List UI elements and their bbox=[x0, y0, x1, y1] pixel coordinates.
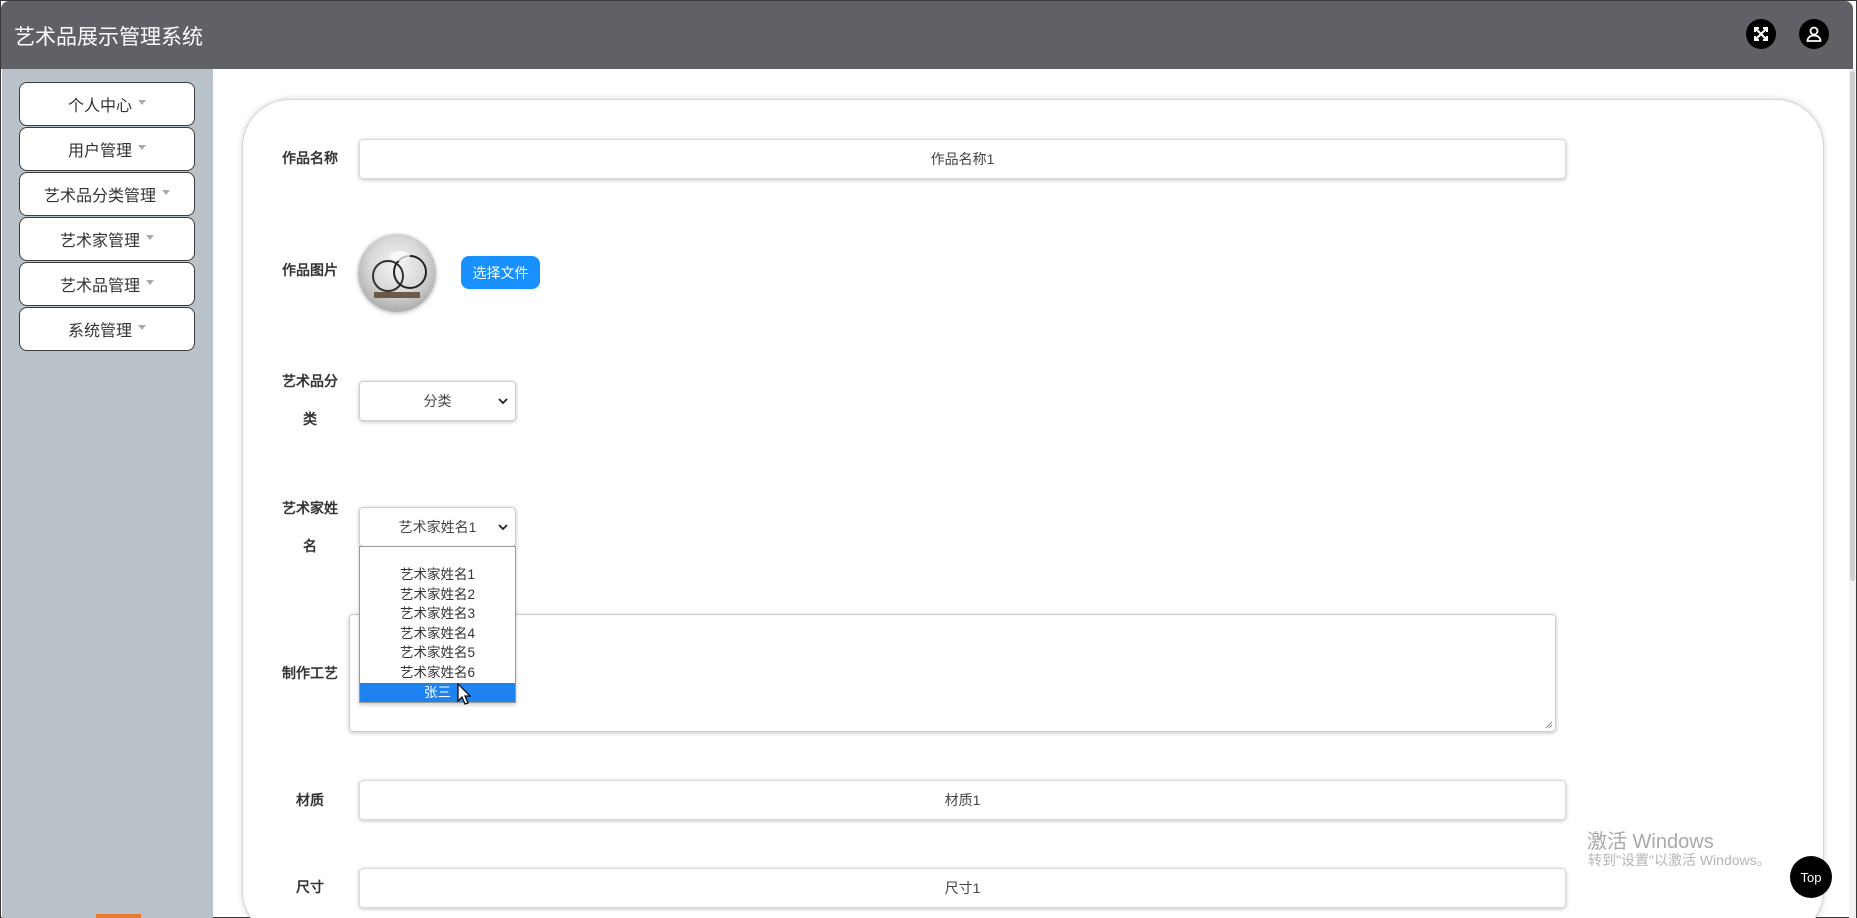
sidebar-item-label: 艺术品分类管理 bbox=[43, 188, 156, 205]
artist-option-highlighted[interactable]: 张三 bbox=[360, 682, 515, 703]
image-label: 作品图片 bbox=[282, 262, 338, 278]
sidebar-item-label: 个人中心 bbox=[67, 98, 132, 115]
artist-option[interactable]: 艺术家姓名5 bbox=[360, 643, 515, 663]
artwork-image-picture bbox=[372, 251, 427, 298]
sidebar: 个人中心 用户管理 艺术品分类管理 艺术家管理 艺术品管理 系统管理 bbox=[2, 69, 213, 918]
resize-handle-icon[interactable] bbox=[1543, 719, 1553, 729]
name-label: 作品名称 bbox=[282, 150, 338, 166]
craft-label: 制作工艺 bbox=[282, 665, 338, 681]
artist-option[interactable]: 艺术家姓名4 bbox=[360, 624, 515, 644]
page-scrollbar[interactable] bbox=[1849, 69, 1856, 918]
sidebar-item-personal-center[interactable]: 个人中心 bbox=[19, 82, 195, 126]
user-button[interactable] bbox=[1799, 19, 1829, 49]
artist-dropdown-list: 艺术家姓名1 艺术家姓名2 艺术家姓名3 艺术家姓名4 艺术家姓名5 艺术家姓名… bbox=[359, 546, 516, 703]
user-icon bbox=[1806, 26, 1822, 42]
back-to-top-button[interactable]: Top bbox=[1790, 856, 1832, 898]
size-input[interactable]: 尺寸1 bbox=[359, 868, 1566, 908]
fullscreen-button[interactable] bbox=[1746, 19, 1776, 49]
sidebar-item-system-management[interactable]: 系统管理 bbox=[19, 307, 195, 351]
size-label: 尺寸 bbox=[296, 879, 324, 895]
windows-activation-hint: 转到"设置"以激活 Windows。 bbox=[1588, 852, 1771, 868]
caret-down-icon bbox=[162, 189, 170, 195]
taskbar-accent bbox=[96, 914, 141, 918]
sidebar-item-label: 用户管理 bbox=[67, 143, 132, 160]
material-label: 材质 bbox=[296, 792, 324, 808]
artist-option[interactable]: 艺术家姓名1 bbox=[360, 565, 515, 585]
expand-icon bbox=[1754, 27, 1768, 41]
artist-label: 艺术家姓 名 bbox=[282, 500, 338, 554]
category-select[interactable]: 分类 bbox=[359, 381, 516, 421]
mouse-cursor-icon bbox=[457, 683, 471, 705]
chevron-down-icon bbox=[498, 524, 508, 531]
sidebar-item-artwork-management[interactable]: 艺术品管理 bbox=[19, 262, 195, 306]
sidebar-item-label: 艺术家管理 bbox=[59, 233, 140, 250]
caret-down-icon bbox=[138, 324, 146, 330]
artist-option[interactable]: 艺术家姓名2 bbox=[360, 585, 515, 605]
sidebar-item-artist-management[interactable]: 艺术家管理 bbox=[19, 217, 195, 261]
sidebar-item-label: 艺术品管理 bbox=[59, 278, 140, 295]
caret-down-icon bbox=[146, 279, 154, 285]
craft-textarea[interactable] bbox=[349, 614, 1556, 732]
sidebar-item-label: 系统管理 bbox=[67, 323, 132, 340]
chevron-down-icon bbox=[498, 398, 508, 405]
sidebar-item-category-management[interactable]: 艺术品分类管理 bbox=[19, 172, 195, 216]
category-label: 艺术品分 类 bbox=[282, 373, 338, 427]
artwork-image bbox=[358, 234, 436, 312]
artist-option[interactable]: 艺术家姓名3 bbox=[360, 604, 515, 624]
top-header: 艺术品展示管理系统 bbox=[1, 1, 1853, 69]
artist-option[interactable]: 艺术家姓名6 bbox=[360, 663, 515, 683]
app-title: 艺术品展示管理系统 bbox=[14, 26, 203, 49]
caret-down-icon bbox=[146, 234, 154, 240]
name-input[interactable]: 作品名称1 bbox=[359, 139, 1566, 179]
choose-file-button[interactable]: 选择文件 bbox=[461, 256, 540, 289]
scrollbar-thumb[interactable] bbox=[1850, 71, 1855, 581]
material-input[interactable]: 材质1 bbox=[359, 780, 1566, 820]
artist-select[interactable]: 艺术家姓名1 bbox=[359, 507, 516, 547]
sidebar-item-user-management[interactable]: 用户管理 bbox=[19, 127, 195, 171]
caret-down-icon bbox=[138, 99, 146, 105]
caret-down-icon bbox=[138, 144, 146, 150]
